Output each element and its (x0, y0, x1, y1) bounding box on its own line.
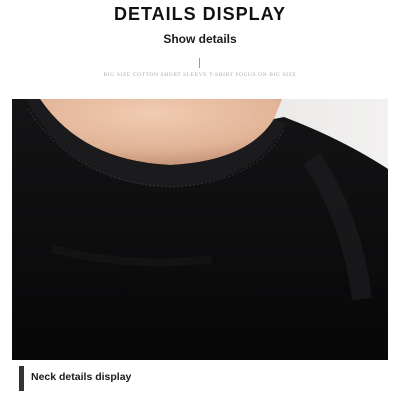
product-detail-page: DETAILS DISPLAY Show details BIG SIZE CO… (0, 0, 400, 400)
page-subtitle: Show details (163, 32, 237, 46)
caption-label: Neck details display (31, 371, 132, 383)
header-divider (199, 58, 200, 68)
product-photo (12, 99, 388, 360)
product-tagline: BIG SIZE COTTON SHORT SLEEVE T-SHIRT FOC… (103, 72, 297, 78)
tshirt-neck-illustration (12, 99, 388, 360)
caption-accent-bar (19, 366, 24, 391)
page-title: DETAILS DISPLAY (113, 4, 287, 24)
